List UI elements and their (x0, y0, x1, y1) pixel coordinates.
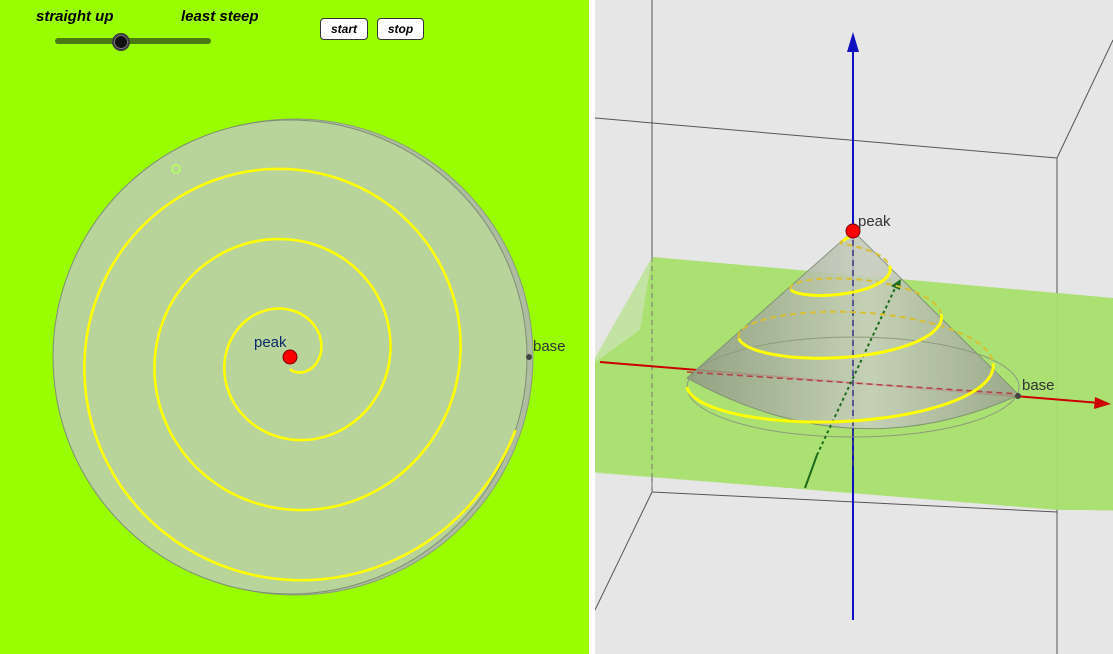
peak-label: peak (254, 334, 287, 351)
graphics-view-2d[interactable]: straight up least steep start stop peak … (0, 0, 589, 654)
z-axis-arrow-icon (847, 32, 859, 52)
base-point[interactable] (526, 354, 532, 360)
cone-3d-drawing: peak base (595, 0, 1113, 654)
base-label-3d: base (1022, 377, 1055, 394)
peak-point[interactable] (282, 349, 298, 365)
peak-label-3d: peak (858, 213, 891, 230)
flat-disk-drawing: peak base (52, 118, 566, 596)
base-label: base (533, 338, 566, 355)
graphics-view-3d[interactable]: peak base (595, 0, 1113, 654)
base-point-3d[interactable] (1015, 393, 1021, 399)
